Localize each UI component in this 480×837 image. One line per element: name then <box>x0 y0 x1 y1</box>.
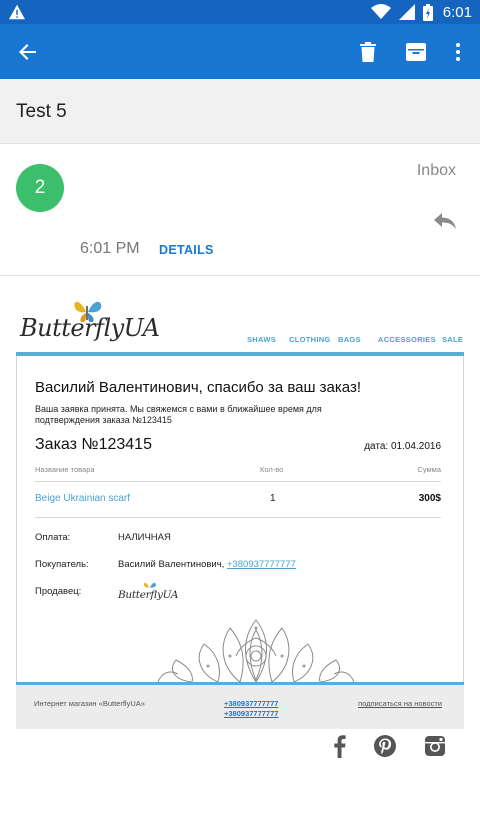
back-arrow-icon <box>19 43 36 60</box>
reply-icon[interactable] <box>430 205 460 235</box>
archive-icon <box>406 42 426 61</box>
shop-name: Интернет магазин «ButterflyUA» <box>34 699 145 708</box>
delete-icon <box>360 41 376 62</box>
delete-button[interactable] <box>344 24 392 79</box>
nav-clothing[interactable]: CLOTHING <box>289 335 331 344</box>
nav-sale[interactable]: SALE <box>442 335 463 344</box>
newsletter-footer: Интернет магазин «ButterflyUA» +38093777… <box>16 682 464 729</box>
seller-label: Продавец: <box>35 586 82 597</box>
payment-value: НАЛИЧНАЯ <box>118 532 171 543</box>
payment-label: Оплата: <box>35 532 71 543</box>
divider <box>0 275 480 276</box>
subject-bar: Test 5 <box>0 79 480 144</box>
pinterest-icon[interactable] <box>373 734 397 758</box>
seller-logo-text: ButterflyUA <box>118 589 179 601</box>
folder-label: Inbox <box>416 162 456 179</box>
facebook-icon[interactable] <box>328 734 352 758</box>
wifi-icon <box>370 4 391 19</box>
product-sum: 300$ <box>418 493 441 504</box>
more-options-button[interactable] <box>434 24 480 79</box>
status-bar: 6:01 <box>0 0 480 24</box>
greeting-heading: Василий Валентинович, спасибо за ваш зак… <box>35 379 362 396</box>
details-link[interactable]: DETAILS <box>159 243 214 257</box>
more-vert-icon <box>456 42 460 61</box>
buyer-label: Покупатель: <box>35 559 89 570</box>
buyer-name: Василий Валентинович, <box>118 559 225 570</box>
col-header-sum: Сумма <box>417 465 441 474</box>
col-header-product: Название товара <box>35 465 95 474</box>
signal-icon <box>398 4 415 20</box>
seller-logo: ButterflyUA <box>118 580 178 608</box>
col-header-qty: Кол-во <box>260 465 284 474</box>
email-subject: Test 5 <box>16 101 67 122</box>
footer-phone-link[interactable]: +380937777777 <box>224 699 278 708</box>
sender-avatar[interactable]: 2 <box>16 164 64 212</box>
table-divider <box>35 517 441 518</box>
nav-shaws[interactable]: SHAWS <box>247 335 276 344</box>
table-divider <box>35 481 441 482</box>
message-time: 6:01 PM <box>80 240 140 257</box>
back-button[interactable] <box>4 24 52 79</box>
butterflyua-logo[interactable]: ButterflyUA <box>18 296 160 352</box>
nav-bags[interactable]: BAGS <box>338 335 361 344</box>
footer-phone-link[interactable]: +380937777777 <box>224 709 278 718</box>
clock: 6:01 <box>442 3 472 21</box>
avatar-letter: 2 <box>34 177 46 198</box>
logo-text: ButterflyUA <box>20 314 160 342</box>
warning-icon <box>9 4 25 20</box>
order-date: дата: 01.04.2016 <box>364 441 441 452</box>
nav-accessories[interactable]: ACCESSORIES <box>378 335 436 344</box>
buyer-phone-link[interactable]: +380937777777 <box>227 559 296 570</box>
subscribe-link[interactable]: подписаться на новости <box>358 699 442 708</box>
instagram-icon[interactable] <box>423 734 447 758</box>
confirmation-text: Ваша заявка принята. Мы свяжемся с вами … <box>35 404 322 425</box>
app-bar <box>0 24 480 79</box>
order-title: Заказ №123415 <box>35 436 152 453</box>
buyer-info: Василий Валентинович, +380937777777 <box>118 559 296 570</box>
archive-button[interactable] <box>392 24 440 79</box>
product-qty: 1 <box>270 493 276 504</box>
battery-icon <box>422 3 433 21</box>
mandala-ornament <box>157 619 355 682</box>
product-link[interactable]: Beige Ukrainian scarf <box>35 493 130 504</box>
